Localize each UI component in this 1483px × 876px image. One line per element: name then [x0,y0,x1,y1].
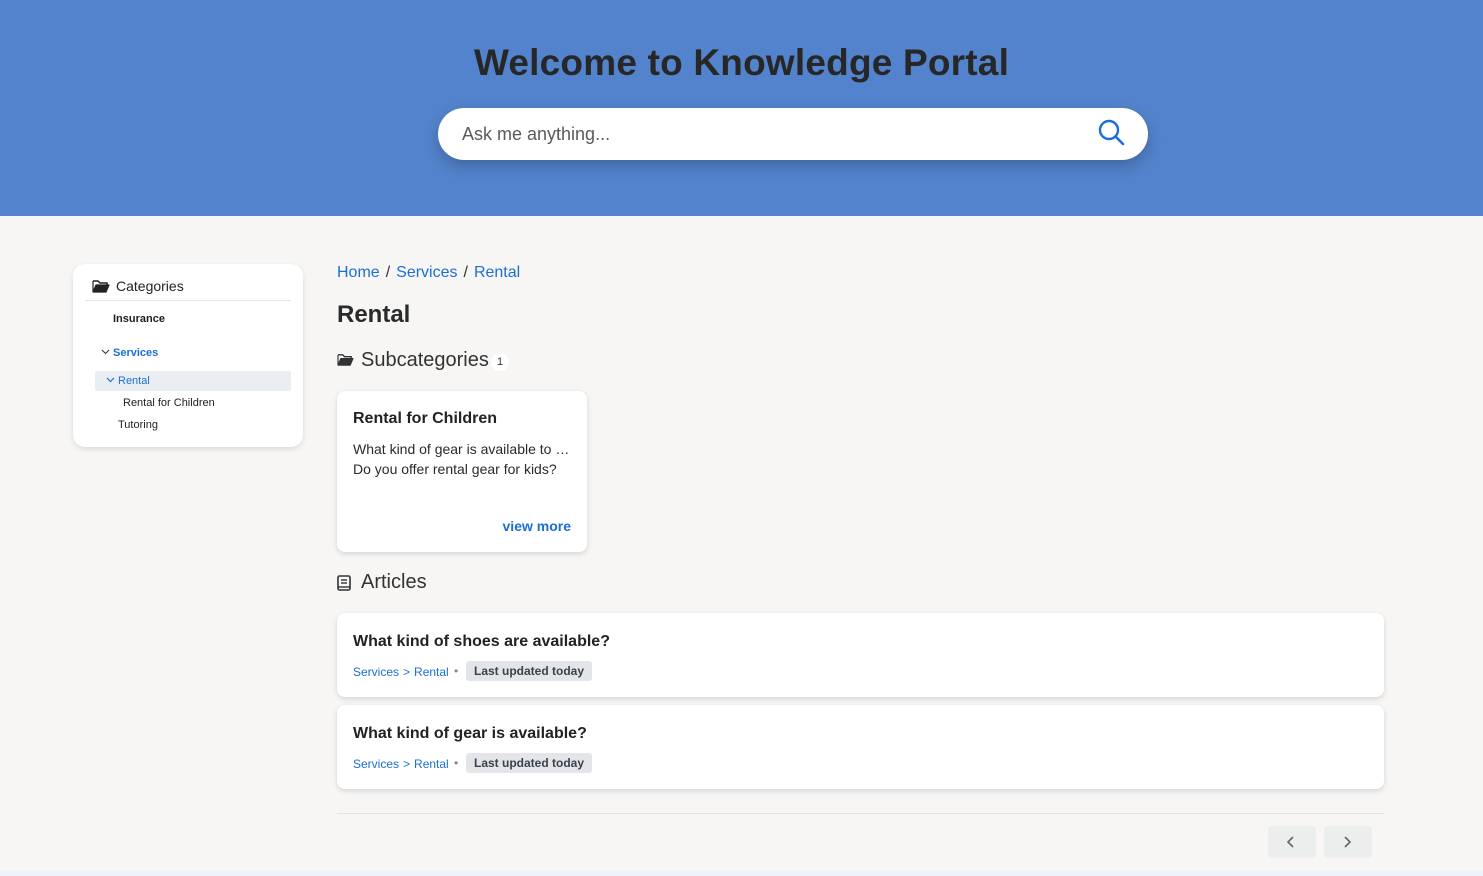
breadcrumb-separator: / [463,264,468,281]
article-path-separator: > [403,665,411,679]
chevron-right-icon [1344,836,1352,848]
bullet-separator: • [454,756,459,770]
breadcrumb-separator: / [385,264,391,281]
article-title[interactable]: What kind of gear is available? [353,725,587,743]
article-path-subcategory[interactable]: Rental [414,757,449,771]
bullet-separator: • [454,664,459,678]
prev-page-button[interactable] [1268,826,1316,858]
article-card[interactable]: What kind of shoes are available? Servic… [337,613,1384,697]
sidebar-header: Categories [85,276,291,301]
breadcrumb-rental[interactable]: Rental [474,264,520,281]
subcategory-card-question: Do you offer rental gear for kids? [353,461,557,477]
article-path-subcategory[interactable]: Rental [414,665,449,679]
article-path-category[interactable]: Services [353,757,399,771]
last-updated-badge: Last updated today [466,661,593,681]
search-box[interactable] [438,108,1148,160]
articles-heading: Articles [337,571,537,597]
footer-strip [0,871,1483,876]
chevron-down-icon[interactable] [106,377,115,383]
breadcrumb-services[interactable]: Services [396,264,457,281]
article-path-separator: > [403,757,411,771]
article-path: Services > Rental [353,757,449,771]
chevron-down-icon[interactable] [101,349,110,355]
hero-title: Welcome to Knowledge Portal [473,42,1010,83]
subcategory-card[interactable]: Rental for Children What kind of gear is… [337,391,587,552]
folder-open-icon [337,354,354,366]
next-page-button[interactable] [1324,826,1372,858]
category-sidebar: Categories Insurance Services Rental Ren… [73,264,303,447]
subcategory-card-question: What kind of gear is available to rent f… [353,441,571,457]
last-updated-badge: Last updated today [466,753,593,773]
sidebar-item-tutoring[interactable]: Tutoring [118,419,158,431]
folder-open-icon [92,280,110,293]
article-title[interactable]: What kind of shoes are available? [353,633,610,651]
sidebar-heading: Categories [116,278,184,294]
search-input[interactable] [462,118,1082,150]
article-card[interactable]: What kind of gear is available? Services… [337,705,1384,789]
subcategories-heading: Subcategories 1 [337,349,537,375]
book-icon [337,575,351,591]
article-path: Services > Rental [353,665,449,679]
pagination-divider [337,813,1384,814]
chevron-left-icon [1286,836,1294,848]
articles-label: Articles [361,571,427,593]
subcategories-label: Subcategories [361,349,489,371]
sidebar-item-rental-for-children[interactable]: Rental for Children [123,397,215,409]
sidebar-item-insurance[interactable]: Insurance [113,313,165,325]
page-title: Rental [337,301,411,328]
subcategory-card-title: Rental for Children [353,410,498,427]
search-icon[interactable] [1098,119,1126,147]
sidebar-item-services[interactable]: Services [113,347,158,359]
sidebar-item-rental[interactable]: Rental [118,375,150,387]
subcategory-count-badge: 1 [491,353,509,371]
breadcrumb: Home / Services / Rental [337,264,520,282]
breadcrumb-home[interactable]: Home [337,264,380,281]
view-more-link[interactable]: view more [503,518,571,534]
article-path-category[interactable]: Services [353,665,399,679]
